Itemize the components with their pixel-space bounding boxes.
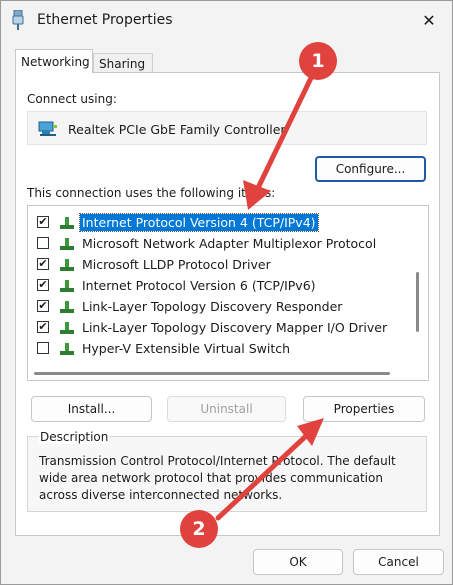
list-item-ipv4[interactable]: ✔ Internet Protocol Version 4 (TCP/IPv4) <box>28 212 404 233</box>
close-button[interactable]: ✕ <box>406 1 452 39</box>
dialog-button-bar: OK Cancel <box>1 541 452 584</box>
list-item-ipv6[interactable]: ✔ Internet Protocol Version 6 (TCP/IPv6) <box>28 275 404 296</box>
uninstall-button[interactable]: Uninstall <box>167 396 286 422</box>
tab-networking[interactable]: Networking <box>15 49 93 73</box>
cancel-button[interactable]: Cancel <box>353 549 444 575</box>
checkbox[interactable]: ✔ <box>37 216 49 228</box>
adapter-name: Realtek PCIe GbE Family Controller <box>68 122 286 137</box>
list-item-label: Microsoft Network Adapter Multiplexor Pr… <box>82 236 377 251</box>
network-adapter-icon <box>38 121 57 136</box>
checkbox[interactable]: ✔ <box>37 300 49 312</box>
properties-button[interactable]: Properties <box>303 396 425 422</box>
protocol-icon <box>60 301 74 313</box>
list-item-label: Link-Layer Topology Discovery Responder <box>82 299 343 314</box>
ethernet-properties-dialog: Ethernet Properties ✕ Networking Sharing… <box>0 0 453 585</box>
install-button[interactable]: Install... <box>31 396 152 422</box>
protocol-icon <box>60 322 74 334</box>
checkbox[interactable]: ✔ <box>37 279 49 291</box>
description-title: Description <box>39 430 110 444</box>
protocol-icon <box>60 259 74 271</box>
protocol-icon <box>60 217 74 229</box>
description-group: Description Transmission Control Protoco… <box>27 430 427 512</box>
list-item-multiplexor[interactable]: Microsoft Network Adapter Multiplexor Pr… <box>28 233 404 254</box>
components-list[interactable]: ✔ Internet Protocol Version 4 (TCP/IPv4)… <box>27 205 429 381</box>
checkbox[interactable]: ✔ <box>37 321 49 333</box>
description-text: Transmission Control Protocol/Internet P… <box>39 454 396 502</box>
horizontal-scrollbar[interactable] <box>28 366 428 380</box>
ethernet-plug-icon <box>12 10 24 30</box>
tab-sharing[interactable]: Sharing <box>93 53 153 73</box>
checkbox[interactable] <box>37 237 49 249</box>
window-title: Ethernet Properties <box>37 12 173 28</box>
connect-using-label: Connect using: <box>27 92 117 106</box>
step-badge-2: 2 <box>180 510 218 548</box>
list-item-label: Internet Protocol Version 4 (TCP/IPv4) <box>79 213 319 232</box>
list-item-label: Internet Protocol Version 6 (TCP/IPv6) <box>82 278 316 293</box>
list-item-label: Link-Layer Topology Discovery Mapper I/O… <box>82 320 388 335</box>
configure-button[interactable]: Configure... <box>315 156 426 182</box>
protocol-icon <box>60 343 74 355</box>
close-icon: ✕ <box>422 10 436 30</box>
ok-button[interactable]: OK <box>253 549 343 575</box>
list-item-lltd-responder[interactable]: ✔ Link-Layer Topology Discovery Responde… <box>28 296 404 317</box>
list-item-lltd-mapper[interactable]: ✔ Link-Layer Topology Discovery Mapper I… <box>28 317 404 338</box>
protocol-icon <box>60 238 74 250</box>
list-item-lldp[interactable]: ✔ Microsoft LLDP Protocol Driver <box>28 254 404 275</box>
checkbox[interactable] <box>37 342 49 354</box>
list-item-label: Microsoft LLDP Protocol Driver <box>82 257 271 272</box>
title-bar[interactable]: Ethernet Properties ✕ <box>1 1 452 39</box>
horizontal-scroll-thumb[interactable] <box>34 372 390 375</box>
list-item-hyperv-switch[interactable]: Hyper-V Extensible Virtual Switch <box>28 338 404 359</box>
protocol-icon <box>60 280 74 292</box>
checkbox[interactable]: ✔ <box>37 258 49 270</box>
step-badge-1: 1 <box>299 42 337 80</box>
components-label: This connection uses the following items… <box>27 186 276 200</box>
list-item-label: Hyper-V Extensible Virtual Switch <box>82 341 291 356</box>
vertical-scroll-thumb[interactable] <box>416 272 419 332</box>
adapter-field: Realtek PCIe GbE Family Controller <box>27 111 427 145</box>
vertical-scrollbar[interactable] <box>406 206 428 380</box>
